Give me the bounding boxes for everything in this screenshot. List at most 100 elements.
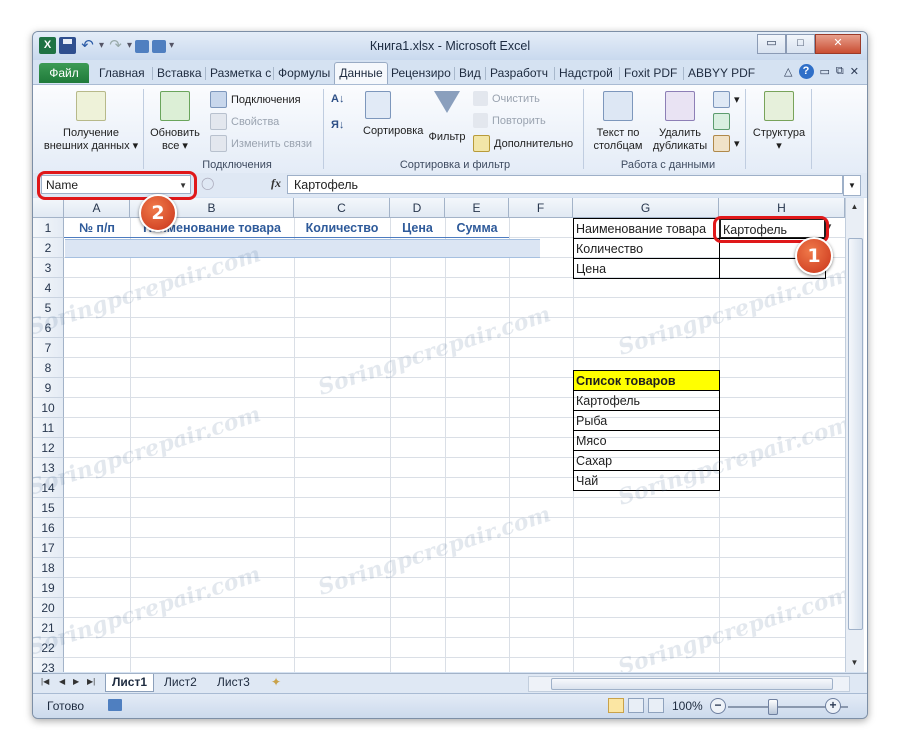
doc-restore-icon[interactable]: ⧉ [836,65,844,78]
tab-page-layout[interactable]: Разметка с [210,63,271,83]
row-header-1[interactable]: 1 [33,218,64,238]
row-header-14[interactable]: 14 [33,478,64,498]
sort-button[interactable]: Сортировка [363,125,423,137]
column-header-f[interactable]: F [509,198,573,218]
page-layout-view-icon[interactable] [628,698,644,713]
column-header-e[interactable]: E [445,198,509,218]
sheet-tab-1[interactable]: Лист1 [105,674,155,692]
row-header-19[interactable]: 19 [33,578,64,598]
lookup-label-price[interactable]: Цена [573,258,720,279]
tab-addins[interactable]: Надстрой [559,63,613,83]
row-header-11[interactable]: 11 [33,418,64,438]
first-sheet-icon[interactable]: |◀ [41,677,49,686]
row-header-4[interactable]: 4 [33,278,64,298]
tab-abbyy-pdf[interactable]: ABBYY PDF [688,63,755,83]
vertical-scroll-thumb[interactable] [848,238,863,630]
help-icon[interactable]: ? [798,64,814,79]
column-header-h[interactable]: H [719,198,845,218]
tab-developer[interactable]: Разработч [490,63,548,83]
table-row[interactable] [65,239,540,258]
row-header-13[interactable]: 13 [33,458,64,478]
maximize-button[interactable]: □ [786,34,815,54]
column-header-c[interactable]: C [294,198,390,218]
lookup-label-quantity[interactable]: Количество [573,238,720,259]
tab-formulas[interactable]: Формулы [278,63,330,83]
row-header-3[interactable]: 3 [33,258,64,278]
minimize-ribbon-icon[interactable]: △ [784,65,792,78]
zoom-in-icon[interactable]: + [825,698,841,714]
sort-dialog-icon-wrap[interactable] [363,91,393,125]
column-header-d[interactable]: D [390,198,445,218]
edit-links-button[interactable]: Изменить связи [210,135,312,152]
scroll-down-icon[interactable]: ▼ [848,656,861,669]
close-button[interactable]: ✕ [815,34,861,54]
normal-view-icon[interactable] [608,698,624,713]
worksheet-grid[interactable]: A B C D E F G H 1 2 3 4 5 6 7 8 9 10 11 12 13 14 15 16 1… [33,198,867,672]
row-header-15[interactable]: 15 [33,498,64,518]
properties-button[interactable]: Свойства [210,113,279,130]
zoom-slider-thumb[interactable] [768,699,778,715]
row-header-7[interactable]: 7 [33,338,64,358]
what-if-button[interactable]: ▾ [713,135,740,152]
row-header-17[interactable]: 17 [33,538,64,558]
data-validation-button[interactable]: ▾ [713,91,740,108]
tab-review[interactable]: Рецензиро [391,63,451,83]
row-header-5[interactable]: 5 [33,298,64,318]
sort-za-button[interactable]: Я↓ [331,119,344,131]
insert-sheet-icon[interactable]: ✦ [265,674,287,691]
advanced-filter-button[interactable]: Дополнительно [473,135,573,152]
row-header-20[interactable]: 20 [33,598,64,618]
header-cell-sum[interactable]: Сумма [445,218,509,238]
clear-button[interactable]: Очистить [473,91,540,106]
page-break-view-icon[interactable] [648,698,664,713]
row-header-18[interactable]: 18 [33,558,64,578]
minimize-button[interactable]: ▭ [757,34,786,54]
select-all-corner[interactable] [33,198,64,218]
doc-close-icon[interactable]: ✕ [850,65,859,78]
column-header-a[interactable]: A [64,198,130,218]
last-sheet-icon[interactable]: ▶| [87,677,95,686]
zoom-level[interactable]: 100% [672,699,703,713]
doc-minimize-icon[interactable]: ▭ [820,65,830,78]
row-header-12[interactable]: 12 [33,438,64,458]
formula-input[interactable]: Картофель [287,175,843,194]
remove-duplicates-button[interactable]: Удалить дубликаты [651,91,709,153]
product-list-item[interactable]: Картофель [573,390,720,411]
zoom-out-icon[interactable]: − [710,698,726,714]
row-header-10[interactable]: 10 [33,398,64,418]
scroll-up-icon[interactable]: ▲ [848,200,861,213]
tab-insert[interactable]: Вставка [157,63,202,83]
outline-button[interactable]: Структура ▾ [749,91,809,153]
prev-sheet-icon[interactable]: ◀ [59,677,65,686]
row-header-2[interactable]: 2 [33,238,64,258]
text-to-columns-button[interactable]: Текст по столбцам [589,91,647,153]
reapply-button[interactable]: Повторить [473,113,546,128]
row-header-9[interactable]: 9 [33,378,64,398]
header-cell-quantity[interactable]: Количество [294,218,390,238]
connections-button[interactable]: Подключения [210,91,301,108]
sheet-tab-2[interactable]: Лист2 [158,674,203,691]
header-cell-no[interactable]: № п/п [64,218,130,238]
product-list-title[interactable]: Список товаров [573,370,720,391]
product-list-item[interactable]: Чай [573,470,720,491]
tab-view[interactable]: Вид [459,63,481,83]
row-header-8[interactable]: 8 [33,358,64,378]
tab-file[interactable]: Файл [39,63,89,83]
refresh-all-button[interactable]: Обновить все ▾ [147,91,203,153]
lookup-label-name[interactable]: Наименование товара [573,218,720,239]
sort-az-button[interactable]: A↓ [331,93,344,105]
row-header-16[interactable]: 16 [33,518,64,538]
header-cell-price[interactable]: Цена [390,218,445,238]
sheet-tab-3[interactable]: Лист3 [211,674,256,691]
tab-home[interactable]: Главная [99,63,145,83]
column-header-g[interactable]: G [573,198,719,218]
row-header-23[interactable]: 23 [33,658,64,672]
product-list-item[interactable]: Рыба [573,410,720,431]
row-header-21[interactable]: 21 [33,618,64,638]
tab-foxit-pdf[interactable]: Foxit PDF [624,63,677,83]
row-header-22[interactable]: 22 [33,638,64,658]
tab-data[interactable]: Данные [334,62,388,85]
row-header-6[interactable]: 6 [33,318,64,338]
expand-formula-bar-icon[interactable]: ▼ [843,175,861,196]
horizontal-scrollbar[interactable] [528,676,850,692]
